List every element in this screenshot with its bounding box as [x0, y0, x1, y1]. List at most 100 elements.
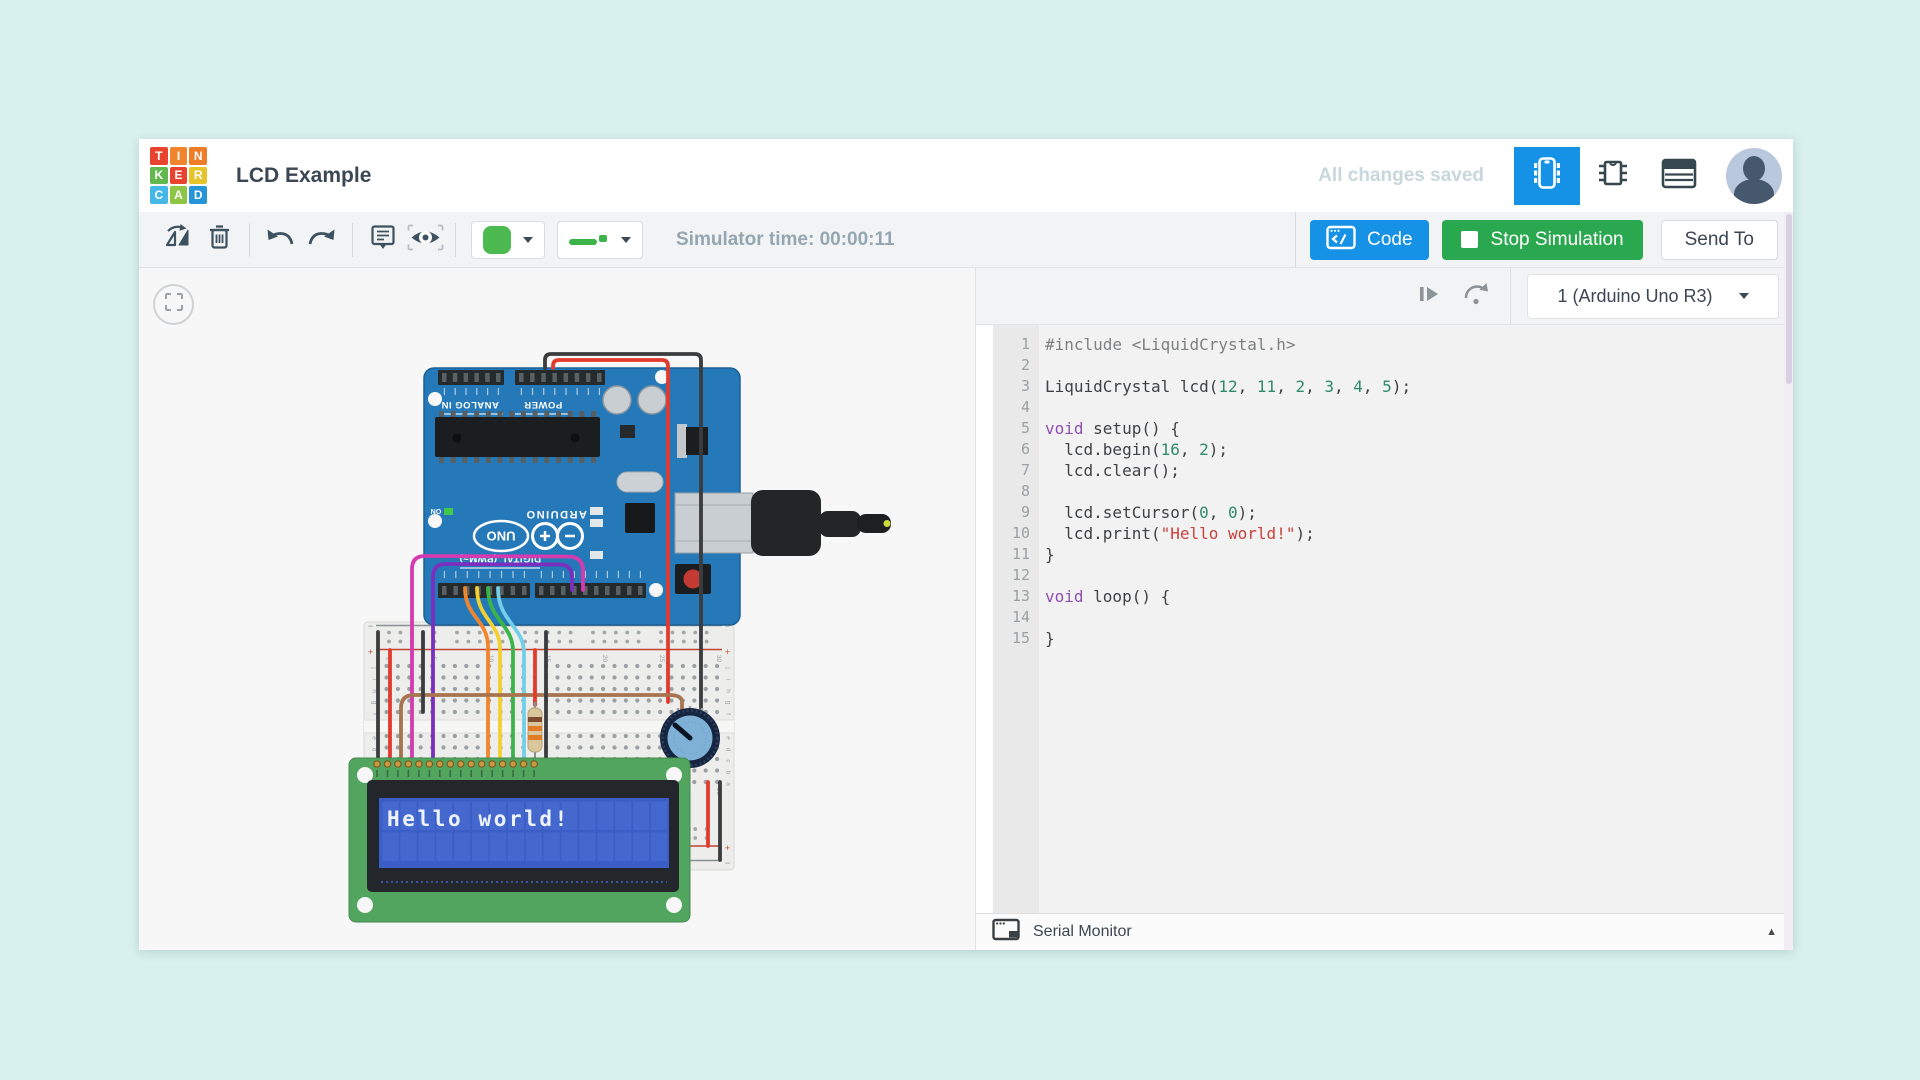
undo-icon: [265, 226, 295, 254]
logo-tile: E: [170, 167, 188, 185]
logo-tile: C: [150, 186, 168, 204]
svg-text:g: g: [725, 701, 732, 705]
stop-simulation-button[interactable]: Stop Simulation: [1442, 220, 1643, 260]
zoom-to-fit-icon: [164, 292, 184, 317]
line-number: 7: [993, 460, 1039, 481]
editor-code[interactable]: #include <LiquidCrystal.h>LiquidCrystal …: [1039, 325, 1793, 913]
svg-text:30: 30: [715, 655, 722, 663]
arduino-uno[interactable]: ANALOG IN POWER UNO: [424, 368, 891, 625]
stop-button-label: Stop Simulation: [1491, 229, 1624, 251]
line-number: 15: [993, 628, 1039, 649]
zoom-to-fit-button[interactable]: [153, 284, 194, 325]
line-number: 13: [993, 586, 1039, 607]
wire-style-dropdown[interactable]: [557, 221, 643, 259]
window-scrollbar[interactable]: [1784, 212, 1793, 950]
line-number: 6: [993, 439, 1039, 460]
color-swatch-green: [483, 226, 511, 254]
chevron-down-icon: [621, 237, 631, 243]
debug-icon: [1461, 280, 1491, 312]
lcd-display[interactable]: Hello world!: [349, 758, 690, 922]
delete-icon: [208, 224, 231, 255]
toolbar-separator: [1295, 212, 1296, 268]
code-line: [1045, 397, 1793, 418]
tinkercad-logo[interactable]: TINKERCAD: [150, 147, 207, 204]
arduino-brand-label: ARDUINO: [525, 508, 587, 520]
code-toolbar-separator: [1510, 268, 1511, 324]
line-number: 10: [993, 523, 1039, 544]
undo-button[interactable]: [259, 219, 301, 261]
toolbar-separator: [249, 223, 250, 257]
board-selector-dropdown[interactable]: 1 (Arduino Uno R3): [1527, 274, 1779, 319]
svg-text:f: f: [725, 713, 732, 715]
logo-tile: A: [170, 186, 188, 204]
send-to-button[interactable]: Send To: [1661, 220, 1778, 260]
component-color-dropdown[interactable]: [471, 221, 545, 259]
circuit-view-icon: [1528, 154, 1566, 197]
step-button[interactable]: [1410, 278, 1446, 314]
page-title[interactable]: LCD Example: [236, 164, 371, 188]
simulator-time: Simulator time: 00:00:11: [676, 229, 895, 251]
code-line: }: [1045, 544, 1793, 565]
svg-text:j: j: [725, 666, 732, 668]
circuit-svg[interactable]: jjiihhggffeeddccbbaa11551010151520202525…: [139, 268, 976, 950]
line-number: 3: [993, 376, 1039, 397]
arduino-model-label: UNO: [487, 529, 516, 544]
serial-monitor-label: Serial Monitor: [1033, 923, 1132, 941]
svg-text:−: −: [368, 621, 373, 631]
code-line: [1045, 355, 1793, 376]
svg-text:20: 20: [601, 655, 608, 663]
code-editor[interactable]: 123456789101112131415 #include <LiquidCr…: [976, 325, 1793, 913]
line-number: 5: [993, 418, 1039, 439]
svg-text:25: 25: [658, 655, 665, 663]
editor-gutter: 123456789101112131415: [993, 325, 1039, 913]
usb-cable[interactable]: [751, 490, 891, 556]
visibility-button[interactable]: [404, 219, 446, 261]
svg-text:d: d: [725, 748, 732, 752]
svg-text:+: +: [368, 647, 373, 657]
chevron-down-icon: [1739, 293, 1749, 299]
autosave-status: All changes saved: [1318, 165, 1484, 187]
line-number: 9: [993, 502, 1039, 523]
code-line: lcd.clear();: [1045, 460, 1793, 481]
code-panel: 1 (Arduino Uno R3) 123456789101112131415…: [976, 268, 1793, 950]
logo-tile: N: [189, 147, 207, 165]
debug-button[interactable]: [1458, 278, 1494, 314]
arduino-power-label: POWER: [524, 399, 562, 410]
code-button-label: Code: [1367, 229, 1412, 251]
redo-icon: [307, 226, 337, 254]
code-line: void loop() {: [1045, 586, 1793, 607]
toolbar: Simulator time: 00:00:11 Code Stop Simul…: [139, 212, 1793, 268]
avatar[interactable]: [1726, 148, 1782, 204]
circuit-view-button[interactable]: [1514, 147, 1580, 205]
component-list-icon: [1661, 158, 1697, 194]
toolbar-separator: [455, 223, 456, 257]
code-toolbar: 1 (Arduino Uno R3): [976, 268, 1793, 325]
serial-monitor-bar[interactable]: Serial Monitor ▲: [976, 913, 1793, 950]
delete-button[interactable]: [198, 219, 240, 261]
lcd-screen-text: Hello world!: [387, 807, 570, 831]
code-line: [1045, 607, 1793, 628]
logo-tile: D: [189, 186, 207, 204]
rotate-button[interactable]: [156, 219, 198, 261]
chevron-down-icon: [523, 237, 533, 243]
serial-monitor-icon: [992, 918, 1021, 947]
collapse-caret-icon[interactable]: ▲: [1766, 926, 1777, 938]
notes-button[interactable]: [362, 219, 404, 261]
logo-tile: K: [150, 167, 168, 185]
visibility-icon: [407, 224, 444, 256]
ic-chip-icon: [1594, 155, 1632, 196]
svg-text:a: a: [725, 782, 732, 786]
code-button[interactable]: Code: [1310, 220, 1428, 260]
arduino-on-label: ON: [431, 507, 442, 514]
ic-view-button[interactable]: [1580, 147, 1646, 205]
code-line: [1045, 481, 1793, 502]
redo-button[interactable]: [301, 219, 343, 261]
svg-text:+: +: [725, 843, 730, 853]
app-window: TINKERCAD LCD Example All changes saved: [139, 139, 1793, 950]
circuit-canvas-area[interactable]: jjiihhggffeeddccbbaa11551010151520202525…: [139, 268, 976, 950]
svg-text:e: e: [725, 736, 732, 740]
line-number: 8: [993, 481, 1039, 502]
list-view-button[interactable]: [1646, 147, 1712, 205]
code-line: [1045, 565, 1793, 586]
line-number: 11: [993, 544, 1039, 565]
